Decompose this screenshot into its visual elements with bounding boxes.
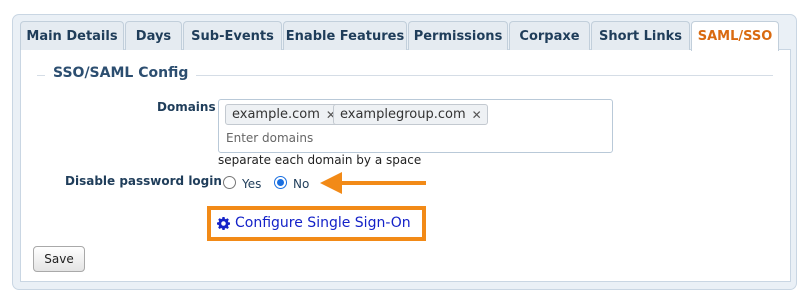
tab-label: Days [135, 28, 172, 44]
tab-permissions[interactable]: Permissions [408, 21, 508, 50]
tab-label: Sub-Events [191, 28, 274, 44]
configure-sso-label: Configure Single Sign-On [235, 215, 411, 231]
domain-chip: example.com ✕ [225, 104, 342, 125]
tab-label: Corpaxe [519, 28, 580, 44]
domains-help-text: separate each domain by a space [218, 153, 422, 167]
domain-chip-label: examplegroup.com [340, 107, 466, 122]
gear-icon [217, 216, 230, 230]
tab-label: SAML/SSO [697, 29, 773, 44]
tab-short-links[interactable]: Short Links [591, 21, 690, 50]
save-button[interactable]: Save [33, 246, 85, 272]
highlight-arrow-icon [320, 172, 426, 194]
tab-label: Permissions [413, 28, 503, 44]
radio-no-label: No [293, 177, 310, 191]
tab-label: Main Details [26, 28, 118, 44]
domains-placeholder: Enter domains [226, 131, 314, 145]
tab-saml-sso[interactable]: SAML/SSO [691, 21, 779, 51]
domain-chip: examplegroup.com ✕ [333, 104, 488, 125]
tab-days[interactable]: Days [125, 21, 182, 50]
domains-label: Domains [157, 100, 216, 114]
radio-no[interactable] [274, 176, 287, 189]
tab-corpaxe[interactable]: Corpaxe [509, 21, 590, 50]
tab-sub-events[interactable]: Sub-Events [183, 21, 282, 50]
configure-sso-link[interactable]: Configure Single Sign-On [217, 215, 411, 231]
domain-chip-label: example.com [232, 107, 320, 122]
remove-chip-icon[interactable]: ✕ [472, 108, 482, 122]
tab-main-details[interactable]: Main Details [20, 21, 124, 50]
section-title: SSO/SAML Config [45, 65, 197, 81]
tab-label: Enable Features [285, 28, 405, 44]
radio-yes-label: Yes [242, 177, 262, 191]
disable-password-label: Disable password login [65, 174, 222, 188]
radio-yes[interactable] [223, 176, 236, 189]
domains-input[interactable]: example.com ✕ examplegroup.com ✕ Enter d… [218, 99, 613, 153]
tab-enable-features[interactable]: Enable Features [283, 21, 407, 50]
tab-label: Short Links [598, 28, 683, 44]
